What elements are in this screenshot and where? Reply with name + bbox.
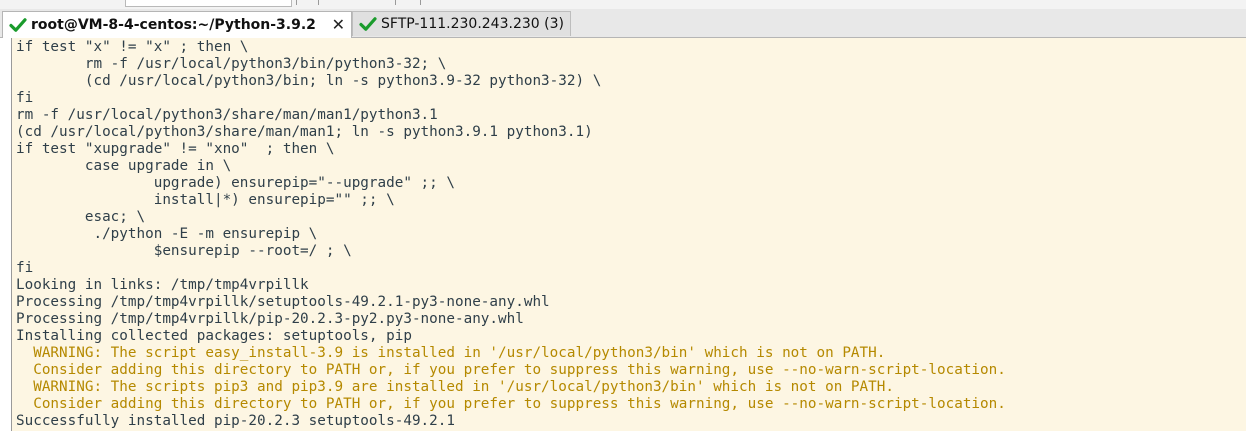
terminal-output[interactable]: if test "x" != "x" ; then \ rm -f /usr/l… bbox=[11, 38, 1246, 431]
check-icon bbox=[359, 17, 377, 31]
terminal-warning-line: WARNING: The scripts pip3 and pip3.9 are… bbox=[16, 379, 894, 395]
terminal-line: esac; \ bbox=[16, 209, 146, 225]
terminal-line: rm -f /usr/local/python3/share/man/man1/… bbox=[16, 107, 438, 123]
terminal-line: Installing collected packages: setuptool… bbox=[16, 328, 412, 344]
tab-label: root@VM-8-4-centos:~/Python-3.9.2 bbox=[31, 17, 316, 33]
terminal-line: if test "x" != "x" ; then \ bbox=[16, 39, 249, 55]
terminal-line: (cd /usr/local/python3/share/man/man1; l… bbox=[16, 124, 593, 140]
session-tab-bar: root@VM-8-4-centos:~/Python-3.9.2 ✕ SFTP… bbox=[0, 9, 1246, 38]
terminal-line: Processing /tmp/tmp4vrpillk/setuptools-4… bbox=[16, 294, 550, 310]
toolbar-separator bbox=[318, 0, 319, 5]
toolbar-separator bbox=[296, 0, 297, 5]
check-icon bbox=[9, 18, 27, 32]
terminal-warning-line: Consider adding this directory to PATH o… bbox=[16, 396, 1006, 412]
close-tab-icon[interactable]: ✕ bbox=[332, 17, 345, 33]
terminal-line: $ensurepip --root=/ ; \ bbox=[16, 243, 352, 259]
terminal-line: Successfully installed pip-20.2.3 setupt… bbox=[16, 413, 455, 429]
terminal-line: fi bbox=[16, 90, 34, 106]
toolbar-separator bbox=[395, 0, 396, 5]
tab-ssh-session[interactable]: root@VM-8-4-centos:~/Python-3.9.2 ✕ bbox=[2, 11, 352, 38]
terminal-line: Processing /tmp/tmp4vrpillk/pip-20.2.3-p… bbox=[16, 311, 524, 327]
terminal-line: Looking in links: /tmp/tmp4vrpillk bbox=[16, 277, 309, 293]
terminal-lines: if test "x" != "x" ; then \ rm -f /usr/l… bbox=[16, 39, 1246, 430]
toolbar-separator bbox=[420, 0, 421, 5]
toolbar-address-field[interactable] bbox=[125, 0, 292, 7]
tab-label: SFTP-111.230.243.230 (3) bbox=[381, 16, 564, 32]
terminal-line: if test "xupgrade" != "xno" ; then \ bbox=[16, 141, 335, 157]
tab-sftp-session[interactable]: SFTP-111.230.243.230 (3) bbox=[352, 11, 571, 36]
terminal-line: case upgrade in \ bbox=[16, 158, 232, 174]
terminal-line: ./python -E -m ensurepip \ bbox=[16, 226, 318, 242]
terminal-line: upgrade) ensurepip="--upgrade" ;; \ bbox=[16, 175, 455, 191]
terminal-line: rm -f /usr/local/python3/bin/python3-32;… bbox=[16, 56, 447, 72]
terminal-warning-line: Consider adding this directory to PATH o… bbox=[16, 362, 1006, 378]
terminal-warning-line: WARNING: The script easy_install-3.9 is … bbox=[16, 345, 886, 361]
terminal-line: install|*) ensurepip="" ;; \ bbox=[16, 192, 395, 208]
terminal-line: fi bbox=[16, 260, 34, 276]
terminal-line: (cd /usr/local/python3/bin; ln -s python… bbox=[16, 73, 602, 89]
